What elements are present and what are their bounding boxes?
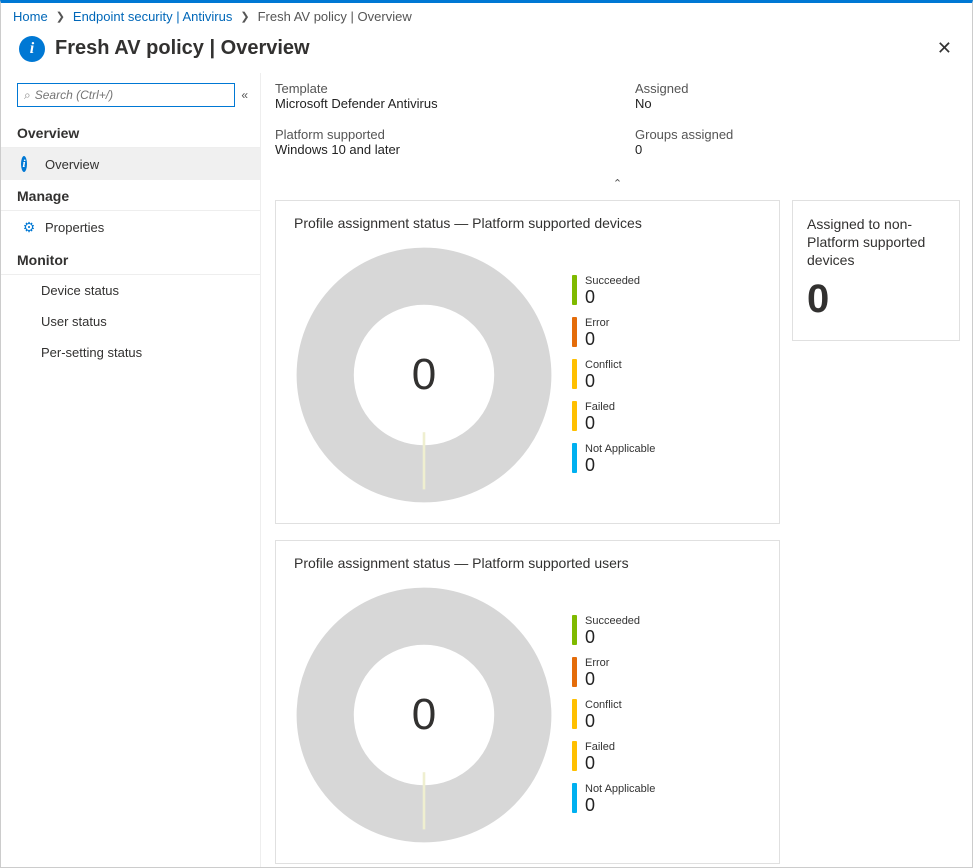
legend-label: Not Applicable xyxy=(585,443,655,455)
meta-groups-label: Groups assigned xyxy=(635,127,960,142)
legend-value: 0 xyxy=(585,669,609,689)
collapse-sidebar-button[interactable]: « xyxy=(239,88,250,102)
nav-item-label: User status xyxy=(41,314,107,329)
legend-label: Error xyxy=(585,317,609,329)
legend-item: Error0 xyxy=(572,657,655,689)
nav-item-label: Overview xyxy=(45,157,99,172)
legend-item: Error0 xyxy=(572,317,655,349)
legend-value: 0 xyxy=(585,287,640,307)
legend-value: 0 xyxy=(585,795,655,815)
meta-template-label: Template xyxy=(275,81,635,96)
breadcrumb-l1[interactable]: Endpoint security | Antivirus xyxy=(73,9,232,24)
main-content: Template Microsoft Defender Antivirus As… xyxy=(261,73,972,867)
meta-platform-label: Platform supported xyxy=(275,127,635,142)
legend-value: 0 xyxy=(585,455,655,475)
donut-center-value: 0 xyxy=(294,585,554,845)
legend-label: Not Applicable xyxy=(585,783,655,795)
card-title: Profile assignment status — Platform sup… xyxy=(294,555,761,571)
meta-assigned-label: Assigned xyxy=(635,81,960,96)
legend-label: Succeeded xyxy=(585,615,640,627)
info-icon: i xyxy=(21,156,27,172)
legend-label: Error xyxy=(585,657,609,669)
chevron-right-icon: ❯ xyxy=(56,10,65,23)
legend-value: 0 xyxy=(585,371,622,391)
nav-item-overview[interactable]: i Overview xyxy=(1,148,260,180)
legend-item: Failed0 xyxy=(572,401,655,433)
info-icon: i xyxy=(19,36,45,62)
nav-item-label: Per-setting status xyxy=(41,345,142,360)
card-title: Profile assignment status — Platform sup… xyxy=(294,215,761,231)
legend-devices: Succeeded0Error0Conflict0Failed0Not Appl… xyxy=(572,275,655,475)
meta-assigned-value: No xyxy=(635,96,960,111)
donut-center-value: 0 xyxy=(294,245,554,505)
chevron-right-icon: ❯ xyxy=(240,10,249,23)
search-box[interactable]: ⌕ xyxy=(17,83,235,107)
legend-label: Failed xyxy=(585,401,615,413)
meta-template-value: Microsoft Defender Antivirus xyxy=(275,96,635,111)
legend-item: Succeeded0 xyxy=(572,615,655,647)
breadcrumb-current: Fresh AV policy | Overview xyxy=(258,9,412,24)
close-button[interactable]: ✕ xyxy=(929,34,960,63)
app-root: Home ❯ Endpoint security | Antivirus ❯ F… xyxy=(0,0,973,868)
legend-color-bar xyxy=(572,657,577,687)
legend-color-bar xyxy=(572,615,577,645)
sliders-icon: ⚙ xyxy=(23,219,36,236)
legend-item: Succeeded0 xyxy=(572,275,655,307)
nav-item-label: Device status xyxy=(41,283,119,298)
nav-section-overview: Overview xyxy=(1,117,260,148)
legend-label: Conflict xyxy=(585,359,622,371)
nav-item-device-status[interactable]: Device status xyxy=(1,275,260,306)
legend-item: Failed0 xyxy=(572,741,655,773)
card-non-platform-devices: Assigned to non-Platform supported devic… xyxy=(792,200,960,341)
card-users-status: Profile assignment status — Platform sup… xyxy=(275,540,780,864)
side-card-title: Assigned to non-Platform supported devic… xyxy=(807,215,945,269)
legend-value: 0 xyxy=(585,753,615,773)
legend-value: 0 xyxy=(585,627,640,647)
body: ⌕ « Overview i Overview Manage ⚙ Propert… xyxy=(1,73,972,867)
breadcrumb: Home ❯ Endpoint security | Antivirus ❯ F… xyxy=(1,3,972,30)
nav-section-monitor: Monitor xyxy=(1,244,260,275)
nav-item-label: Properties xyxy=(45,220,104,235)
legend-color-bar xyxy=(572,317,577,347)
legend-color-bar xyxy=(572,699,577,729)
search-icon: ⌕ xyxy=(24,88,31,103)
breadcrumb-home[interactable]: Home xyxy=(13,9,48,24)
legend-item: Not Applicable0 xyxy=(572,443,655,475)
legend-label: Conflict xyxy=(585,699,622,711)
page-title: Fresh AV policy | Overview xyxy=(55,37,929,60)
legend-label: Failed xyxy=(585,741,615,753)
legend-item: Not Applicable0 xyxy=(572,783,655,815)
nav-item-properties[interactable]: ⚙ Properties xyxy=(1,211,260,244)
legend-color-bar xyxy=(572,741,577,771)
legend-color-bar xyxy=(572,359,577,389)
legend-color-bar xyxy=(572,275,577,305)
sidebar: ⌕ « Overview i Overview Manage ⚙ Propert… xyxy=(1,73,261,867)
nav-item-user-status[interactable]: User status xyxy=(1,306,260,337)
legend-color-bar xyxy=(572,401,577,431)
legend-item: Conflict0 xyxy=(572,359,655,391)
legend-color-bar xyxy=(572,783,577,813)
cards-column: Profile assignment status — Platform sup… xyxy=(275,200,780,864)
nav-section-manage: Manage xyxy=(1,180,260,211)
search-row: ⌕ « xyxy=(1,83,260,117)
search-input[interactable] xyxy=(35,88,229,102)
legend-value: 0 xyxy=(585,413,615,433)
nav-item-per-setting-status[interactable]: Per-setting status xyxy=(1,337,260,368)
content-row: Profile assignment status — Platform sup… xyxy=(275,200,960,864)
donut-chart-users: 0 xyxy=(294,585,554,845)
collapse-metadata-button[interactable]: ⌃ xyxy=(275,177,960,190)
side-card-value: 0 xyxy=(807,277,945,322)
card-devices-status: Profile assignment status — Platform sup… xyxy=(275,200,780,524)
legend-value: 0 xyxy=(585,711,622,731)
meta-groups-value: 0 xyxy=(635,142,960,157)
legend-value: 0 xyxy=(585,329,609,349)
legend-label: Succeeded xyxy=(585,275,640,287)
metadata-grid: Template Microsoft Defender Antivirus As… xyxy=(275,81,960,171)
donut-chart-devices: 0 xyxy=(294,245,554,505)
meta-platform-value: Windows 10 and later xyxy=(275,142,635,157)
legend-users: Succeeded0Error0Conflict0Failed0Not Appl… xyxy=(572,615,655,815)
page-header: i Fresh AV policy | Overview ✕ xyxy=(1,30,972,73)
legend-item: Conflict0 xyxy=(572,699,655,731)
legend-color-bar xyxy=(572,443,577,473)
